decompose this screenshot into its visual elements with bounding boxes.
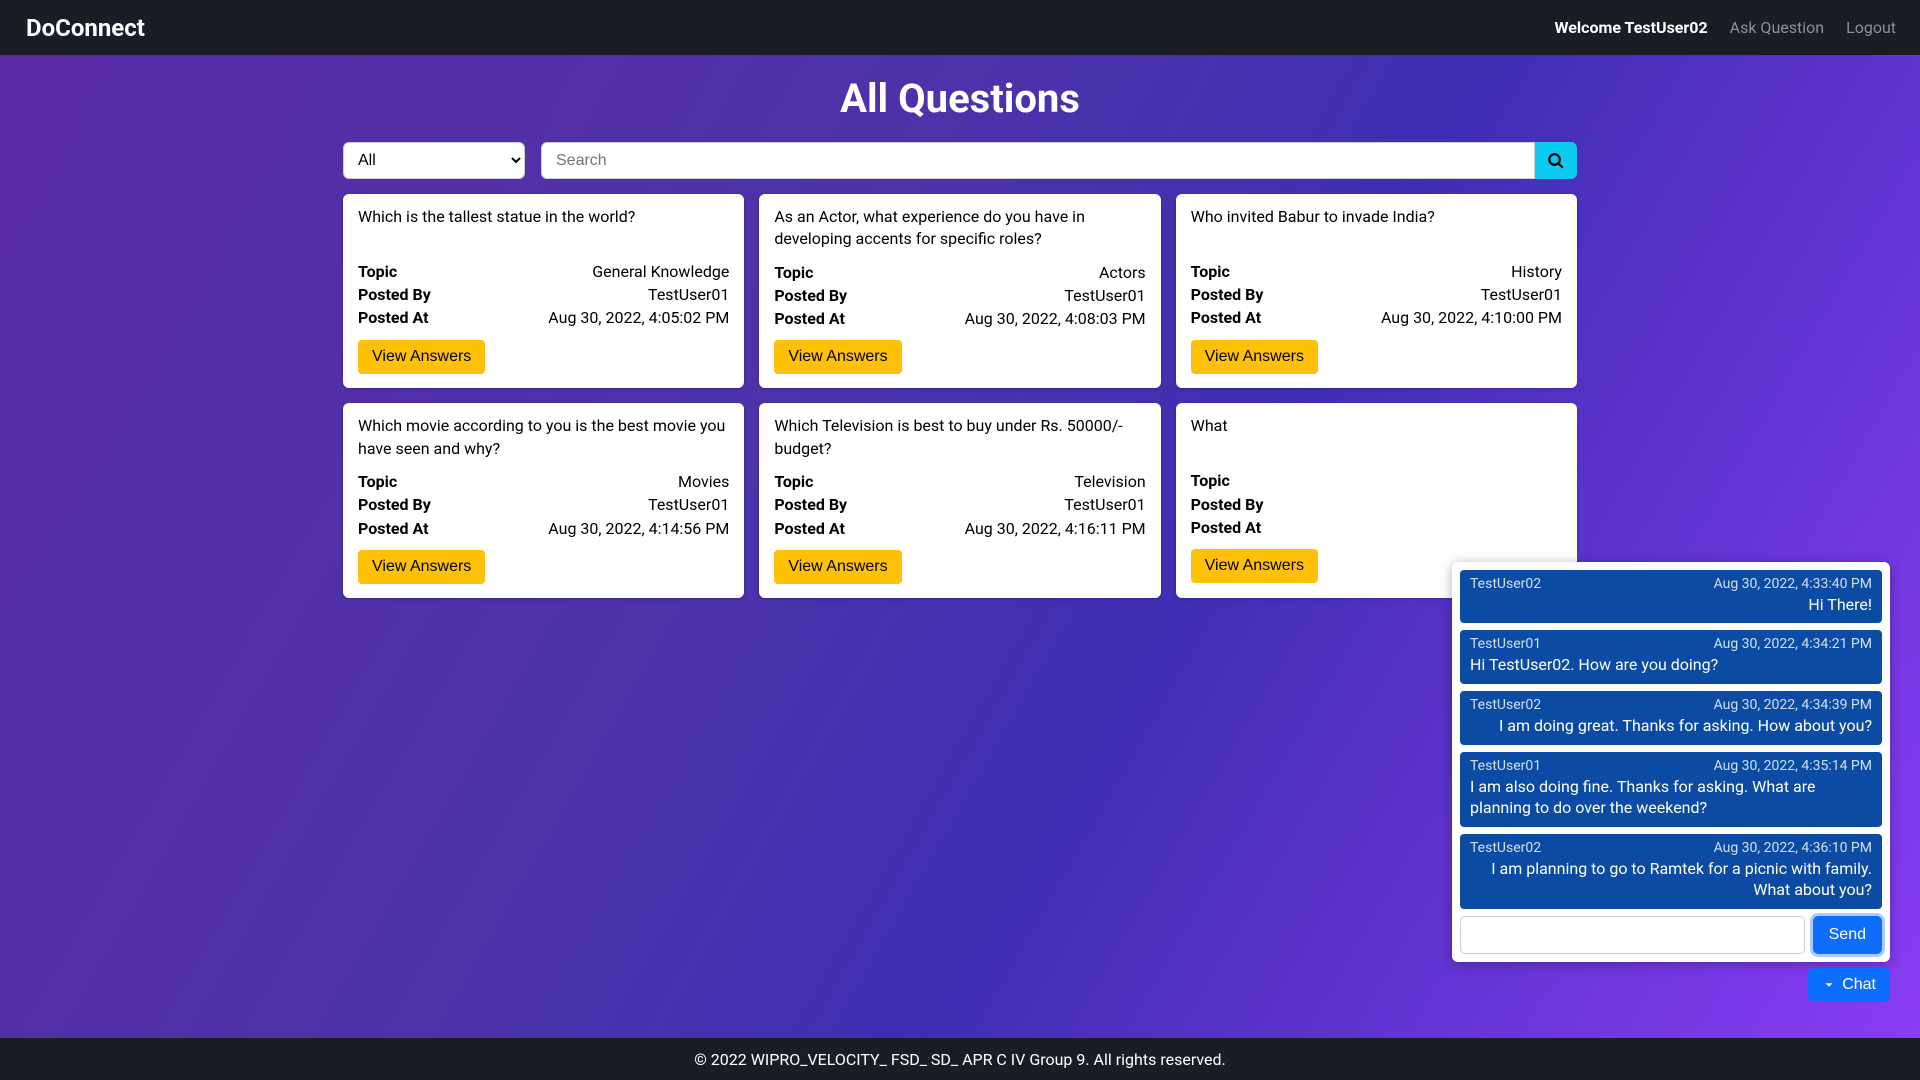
topic-value: General Knowledge	[592, 260, 729, 283]
brand-logo[interactable]: DoConnect	[26, 14, 145, 42]
chat-msg-time: Aug 30, 2022, 4:36:10 PM	[1714, 840, 1872, 856]
chat-msg-user: TestUser01	[1470, 636, 1541, 652]
postedby-value: TestUser01	[1064, 284, 1145, 307]
chat-message: TestUser01 Aug 30, 2022, 4:35:14 PM I am…	[1460, 752, 1882, 827]
postedby-value: TestUser01	[1481, 283, 1562, 306]
footer: © 2022 WIPRO_VELOCITY_ FSD_ SD_ APR C IV…	[0, 1038, 1920, 1080]
question-card: Which Television is best to buy under Rs…	[759, 403, 1160, 597]
postedat-value: Aug 30, 2022, 4:14:56 PM	[548, 517, 729, 540]
postedat-label: Posted At	[774, 517, 845, 540]
postedat-label: Posted At	[358, 517, 429, 540]
search-row: All	[343, 142, 1577, 179]
question-title: Which is the tallest statue in the world…	[358, 206, 729, 250]
question-title: Which movie according to you is the best…	[358, 415, 729, 460]
topic-label: Topic	[774, 470, 813, 493]
question-card: Who invited Babur to invade India? Topic…	[1176, 194, 1577, 388]
postedby-label: Posted By	[358, 493, 431, 516]
chat-message: TestUser02 Aug 30, 2022, 4:36:10 PM I am…	[1460, 834, 1882, 909]
send-button[interactable]: Send	[1813, 916, 1882, 954]
chat-message: TestUser02 Aug 30, 2022, 4:33:40 PM Hi T…	[1460, 570, 1882, 624]
view-answers-button[interactable]: View Answers	[774, 340, 901, 374]
chat-msg-user: TestUser02	[1470, 840, 1541, 856]
postedat-value: Aug 30, 2022, 4:08:03 PM	[965, 307, 1146, 330]
chat-msg-user: TestUser02	[1470, 576, 1541, 592]
main-container: All Which is the tallest statue in the w…	[343, 142, 1577, 598]
topic-value: Movies	[678, 470, 729, 493]
search-wrap	[541, 142, 1577, 179]
chat-input-row: Send	[1460, 916, 1882, 954]
topic-label: Topic	[774, 261, 813, 284]
view-answers-button[interactable]: View Answers	[1191, 340, 1318, 374]
topic-value: History	[1511, 260, 1562, 283]
chat-msg-user: TestUser01	[1470, 758, 1541, 774]
ask-question-link[interactable]: Ask Question	[1730, 18, 1824, 37]
chevron-down-icon	[1822, 978, 1836, 992]
nav-right: Welcome TestUser02 Ask Question Logout	[1555, 18, 1897, 37]
search-button[interactable]	[1535, 142, 1577, 179]
question-card: Which movie according to you is the best…	[343, 403, 744, 597]
postedat-value: Aug 30, 2022, 4:05:02 PM	[548, 306, 729, 329]
footer-text: © 2022 WIPRO_VELOCITY_ FSD_ SD_ APR C IV…	[694, 1050, 1226, 1069]
view-answers-button[interactable]: View Answers	[1191, 549, 1318, 583]
postedby-value: TestUser01	[648, 283, 729, 306]
search-input[interactable]	[541, 142, 1535, 179]
postedat-label: Posted At	[774, 307, 845, 330]
chat-msg-time: Aug 30, 2022, 4:34:39 PM	[1714, 697, 1872, 713]
topic-value: Television	[1074, 470, 1145, 493]
welcome-text: Welcome TestUser02	[1555, 18, 1708, 37]
questions-grid: Which is the tallest statue in the world…	[343, 194, 1577, 598]
chat-msg-body: I am also doing fine. Thanks for asking.…	[1470, 776, 1872, 819]
question-title: Which Television is best to buy under Rs…	[774, 415, 1145, 460]
chat-message: TestUser01 Aug 30, 2022, 4:34:21 PM Hi T…	[1460, 630, 1882, 684]
postedat-label: Posted At	[358, 306, 429, 329]
topic-value: Actors	[1099, 261, 1146, 284]
postedby-label: Posted By	[1191, 283, 1264, 306]
chat-msg-body: I am doing great. Thanks for asking. How…	[1470, 715, 1872, 737]
chat-toggle-button[interactable]: Chat	[1808, 968, 1890, 1002]
chat-msg-body: Hi There!	[1470, 594, 1872, 616]
chat-input[interactable]	[1460, 916, 1805, 954]
chat-message: TestUser02 Aug 30, 2022, 4:34:39 PM I am…	[1460, 691, 1882, 745]
postedby-label: Posted By	[1191, 493, 1264, 516]
chat-msg-time: Aug 30, 2022, 4:34:21 PM	[1714, 636, 1872, 652]
chat-msg-user: TestUser02	[1470, 697, 1541, 713]
question-title: As an Actor, what experience do you have…	[774, 206, 1145, 251]
chat-msg-body: I am planning to go to Ramtek for a picn…	[1470, 858, 1872, 901]
topic-label: Topic	[1191, 469, 1230, 492]
category-select[interactable]: All	[343, 142, 525, 179]
chat-toggle-label: Chat	[1842, 976, 1876, 994]
chat-msg-time: Aug 30, 2022, 4:35:14 PM	[1714, 758, 1872, 774]
chat-panel: TestUser02 Aug 30, 2022, 4:33:40 PM Hi T…	[1452, 562, 1890, 962]
question-title: What	[1191, 415, 1562, 459]
topic-label: Topic	[1191, 260, 1230, 283]
logout-link[interactable]: Logout	[1846, 18, 1896, 37]
navbar: DoConnect Welcome TestUser02 Ask Questio…	[0, 0, 1920, 55]
postedby-label: Posted By	[774, 493, 847, 516]
view-answers-button[interactable]: View Answers	[358, 340, 485, 374]
topic-label: Topic	[358, 260, 397, 283]
postedby-label: Posted By	[774, 284, 847, 307]
postedat-value: Aug 30, 2022, 4:16:11 PM	[965, 517, 1146, 540]
postedby-value: TestUser01	[1064, 493, 1145, 516]
postedat-value: Aug 30, 2022, 4:10:00 PM	[1381, 306, 1562, 329]
postedby-value: TestUser01	[648, 493, 729, 516]
chat-msg-body: Hi TestUser02. How are you doing?	[1470, 654, 1872, 676]
search-icon	[1547, 152, 1565, 170]
postedat-label: Posted At	[1191, 306, 1262, 329]
postedby-label: Posted By	[358, 283, 431, 306]
chat-msg-time: Aug 30, 2022, 4:33:40 PM	[1714, 576, 1872, 592]
question-card: Which is the tallest statue in the world…	[343, 194, 744, 388]
question-card: As an Actor, what experience do you have…	[759, 194, 1160, 388]
page-title: All Questions	[0, 75, 1920, 122]
question-title: Who invited Babur to invade India?	[1191, 206, 1562, 250]
view-answers-button[interactable]: View Answers	[774, 550, 901, 584]
topic-label: Topic	[358, 470, 397, 493]
postedat-label: Posted At	[1191, 516, 1262, 539]
view-answers-button[interactable]: View Answers	[358, 550, 485, 584]
